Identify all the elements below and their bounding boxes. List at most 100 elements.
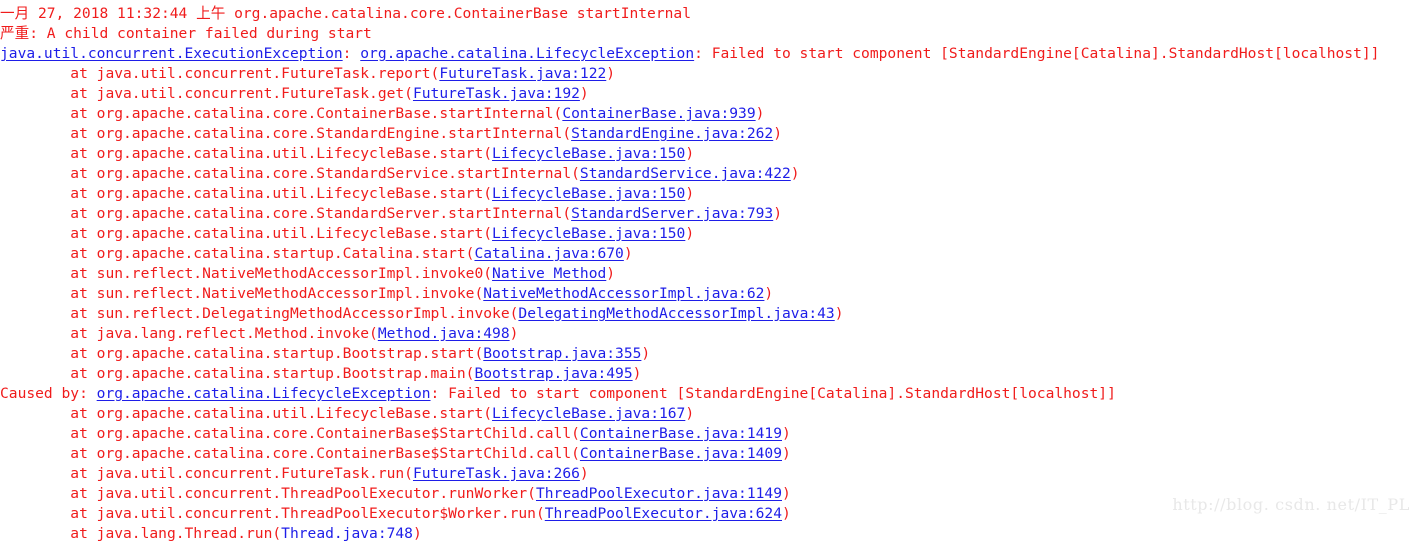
- source-link[interactable]: ContainerBase.java:1409: [580, 445, 782, 462]
- log-text: at org.apache.catalina.util.LifecycleBas…: [70, 405, 493, 422]
- source-link[interactable]: StandardServer.java:793: [571, 205, 773, 222]
- source-link[interactable]: Method.java:498: [378, 325, 510, 342]
- source-link[interactable]: ContainerBase.java:939: [562, 105, 755, 122]
- source-link[interactable]: FutureTask.java:122: [439, 65, 606, 82]
- log-text: at java.util.concurrent.FutureTask.run(: [70, 465, 413, 482]
- log-text: ): [412, 525, 422, 542]
- log-line: at java.util.concurrent.FutureTask.run(F…: [0, 464, 1416, 484]
- log-line: at java.lang.reflect.Method.invoke(Metho…: [0, 324, 1416, 344]
- log-text: ): [606, 265, 616, 282]
- source-link[interactable]: ThreadPoolExecutor.java:624: [545, 505, 782, 522]
- source-link[interactable]: LifecycleBase.java:150: [492, 145, 685, 162]
- log-text: ): [685, 405, 695, 422]
- log-text: at org.apache.catalina.startup.Catalina.…: [70, 245, 475, 262]
- source-link[interactable]: Bootstrap.java:355: [483, 345, 641, 362]
- log-text: at org.apache.catalina.core.StandardServ…: [70, 165, 580, 182]
- log-text: ): [773, 125, 782, 142]
- source-link[interactable]: Bootstrap.java:495: [474, 365, 632, 382]
- log-text: : Failed to start component [StandardEng…: [694, 45, 1380, 62]
- log-text: at java.util.concurrent.ThreadPoolExecut…: [70, 485, 536, 502]
- log-text: ): [781, 485, 791, 502]
- log-text: at org.apache.catalina.startup.Bootstrap…: [70, 345, 484, 362]
- log-text: Caused by:: [0, 385, 97, 402]
- log-text: ): [685, 145, 695, 162]
- log-text: ): [755, 105, 765, 122]
- log-text: ): [509, 325, 519, 342]
- log-text: ): [579, 85, 589, 102]
- log-text: at java.lang.Thread.run(: [70, 525, 282, 542]
- log-line: at org.apache.catalina.util.LifecycleBas…: [0, 404, 1416, 424]
- log-text: at java.util.concurrent.FutureTask.get(: [70, 85, 413, 102]
- source-link[interactable]: LifecycleBase.java:167: [492, 405, 685, 422]
- source-link[interactable]: java.util.concurrent.ExecutionException: [0, 45, 343, 62]
- log-line: at org.apache.catalina.util.LifecycleBas…: [0, 224, 1416, 244]
- log-text: at sun.reflect.NativeMethodAccessorImpl.…: [70, 285, 484, 302]
- source-link[interactable]: Native Method: [492, 265, 606, 282]
- source-link[interactable]: FutureTask.java:192: [413, 85, 580, 102]
- log-text: at java.lang.reflect.Method.invoke(: [70, 325, 378, 342]
- log-line: at org.apache.catalina.core.ContainerBas…: [0, 424, 1416, 444]
- log-text: ): [685, 225, 695, 242]
- log-text: ): [834, 305, 844, 322]
- log-line: at sun.reflect.NativeMethodAccessorImpl.…: [0, 284, 1416, 304]
- log-line: at org.apache.catalina.core.StandardServ…: [0, 204, 1416, 224]
- source-link[interactable]: org.apache.catalina.LifecycleException: [360, 45, 694, 62]
- log-line: Caused by: org.apache.catalina.Lifecycle…: [0, 384, 1416, 404]
- source-link[interactable]: NativeMethodAccessorImpl.java:62: [483, 285, 764, 302]
- log-text: ): [632, 365, 642, 382]
- log-line: at org.apache.catalina.core.ContainerBas…: [0, 444, 1416, 464]
- log-text: :: [342, 45, 361, 62]
- log-text: at org.apache.catalina.core.ContainerBas…: [70, 445, 580, 462]
- source-link[interactable]: ContainerBase.java:1419: [580, 425, 782, 442]
- source-link[interactable]: LifecycleBase.java:150: [492, 185, 685, 202]
- log-text: 一月 27, 2018 11:32:44 上午 org.apache.catal…: [0, 5, 691, 22]
- console-output-pane[interactable]: 一月 27, 2018 11:32:44 上午 org.apache.catal…: [0, 0, 1416, 542]
- source-link[interactable]: LifecycleBase.java:150: [492, 225, 685, 242]
- log-text: : Failed to start component [StandardEng…: [430, 385, 1116, 402]
- log-text: ): [790, 165, 800, 182]
- source-link[interactable]: StandardService.java:422: [580, 165, 791, 182]
- watermark-text: http://blog. csdn. net/IT_PL: [1172, 495, 1410, 514]
- log-text: at sun.reflect.NativeMethodAccessorImpl.…: [70, 265, 493, 282]
- log-line: at java.util.concurrent.FutureTask.repor…: [0, 64, 1416, 84]
- log-text: ): [782, 425, 791, 442]
- log-text: ): [773, 205, 782, 222]
- log-text: ): [623, 245, 633, 262]
- log-text: at org.apache.catalina.core.StandardEngi…: [70, 125, 572, 142]
- log-line: at org.apache.catalina.startup.Bootstrap…: [0, 364, 1416, 384]
- log-text: ): [782, 445, 791, 462]
- source-link[interactable]: DelegatingMethodAccessorImpl.java:43: [518, 305, 834, 322]
- log-text: ): [782, 505, 791, 522]
- source-link[interactable]: Thread.java:748: [281, 525, 413, 542]
- source-link[interactable]: ThreadPoolExecutor.java:1149: [536, 485, 782, 502]
- log-text: at org.apache.catalina.core.StandardServ…: [70, 205, 572, 222]
- log-text: at java.util.concurrent.FutureTask.repor…: [70, 65, 440, 82]
- source-link[interactable]: org.apache.catalina.LifecycleException: [97, 385, 431, 402]
- stack-trace-lines: 一月 27, 2018 11:32:44 上午 org.apache.catal…: [0, 4, 1416, 544]
- source-link[interactable]: StandardEngine.java:262: [571, 125, 773, 142]
- log-text: at org.apache.catalina.util.LifecycleBas…: [70, 185, 493, 202]
- log-text: at org.apache.catalina.util.LifecycleBas…: [70, 145, 493, 162]
- log-text: at sun.reflect.DelegatingMethodAccessorI…: [70, 305, 519, 322]
- log-line: at org.apache.catalina.core.StandardEngi…: [0, 124, 1416, 144]
- log-line: at org.apache.catalina.core.ContainerBas…: [0, 104, 1416, 124]
- source-link[interactable]: Catalina.java:670: [474, 245, 623, 262]
- source-link[interactable]: FutureTask.java:266: [413, 465, 580, 482]
- log-line: 一月 27, 2018 11:32:44 上午 org.apache.catal…: [0, 4, 1416, 24]
